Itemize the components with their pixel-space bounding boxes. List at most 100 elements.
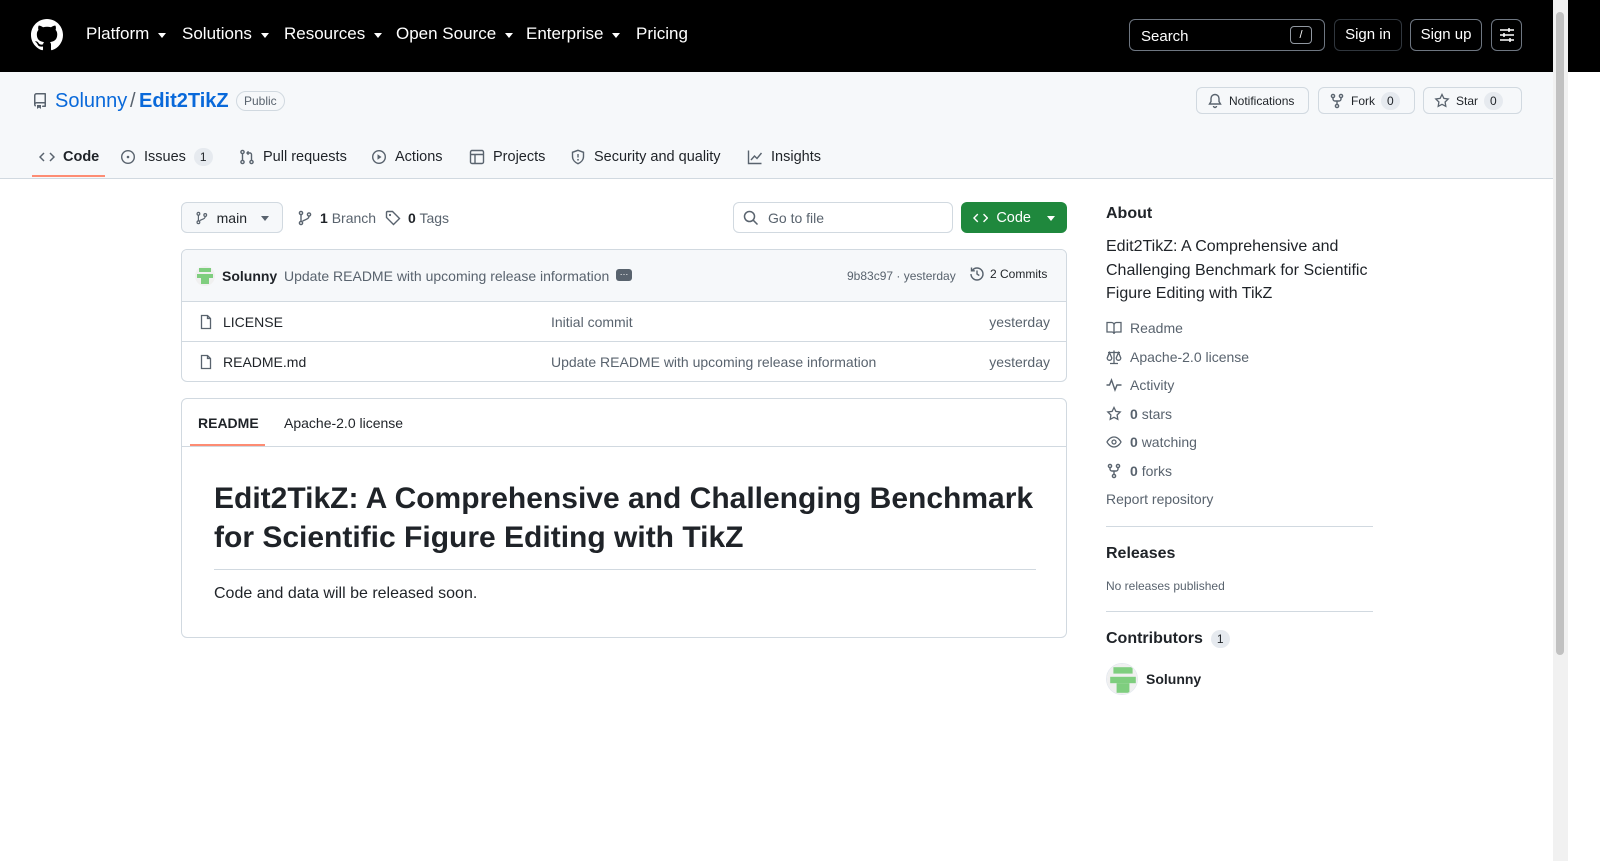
report-repository-link[interactable]: Report repository — [1106, 491, 1213, 507]
divider — [1106, 526, 1373, 527]
tab-license[interactable]: Apache-2.0 license — [284, 415, 403, 431]
star-label: Star — [1456, 93, 1479, 108]
sign-up-button[interactable]: Sign up — [1410, 19, 1482, 51]
commit-expand-button[interactable]: … — [616, 268, 632, 281]
branch-selector[interactable]: main — [181, 202, 283, 233]
nav-resources[interactable]: Resources — [284, 24, 383, 44]
repo-path-separator: / — [130, 90, 136, 112]
nav-platform-label: Platform — [86, 24, 150, 43]
stars-link[interactable]: 0 stars — [1106, 406, 1172, 422]
commits-count: 2 Commits — [990, 267, 1048, 281]
file-commit-date: yesterday — [989, 314, 1050, 330]
stars-count: 0 — [1130, 406, 1138, 422]
readme-link[interactable]: Readme — [1106, 320, 1183, 336]
notifications-button[interactable]: Notifications — [1196, 87, 1309, 114]
watching-count: 0 — [1130, 434, 1138, 450]
avatar[interactable] — [195, 266, 215, 286]
releases-heading[interactable]: Releases — [1106, 545, 1175, 563]
contributor-item[interactable]: Solunny — [1106, 663, 1201, 695]
nav-solutions-label: Solutions — [182, 24, 252, 43]
commits-link[interactable]: 2 Commits — [969, 266, 1047, 282]
nav-pricing[interactable]: Pricing — [636, 24, 688, 44]
file-name[interactable]: LICENSE — [223, 314, 283, 330]
menu-button[interactable] — [1491, 19, 1522, 51]
tab-pull-requests[interactable]: Pull requests — [239, 136, 347, 178]
tag-icon — [385, 210, 401, 226]
nav-open-source[interactable]: Open Source — [396, 24, 514, 44]
nav-solutions[interactable]: Solutions — [182, 24, 269, 44]
file-commit-message[interactable]: Initial commit — [551, 314, 633, 330]
repo-owner-link[interactable]: Solunny — [55, 90, 127, 113]
activity-link-label: Activity — [1130, 377, 1175, 393]
repo-name-link[interactable]: Edit2TikZ — [139, 90, 229, 113]
tag-label: Tags — [419, 210, 450, 226]
fork-icon — [1330, 93, 1344, 108]
eye-icon — [1106, 436, 1122, 448]
file-row: LICENSE Initial commit yesterday — [182, 302, 1066, 342]
commit-hash[interactable]: 9b83c97 · yesterday — [847, 269, 956, 283]
active-tab-underline — [190, 444, 265, 446]
about-heading: About — [1106, 205, 1153, 222]
nav-pricing-label: Pricing — [636, 24, 688, 43]
nav-platform[interactable]: Platform — [86, 24, 167, 44]
go-to-file-input[interactable]: Go to file — [733, 202, 953, 233]
pulse-icon — [1106, 378, 1122, 392]
search-input[interactable]: Search / — [1129, 19, 1325, 51]
github-logo-icon[interactable] — [31, 19, 63, 51]
visibility-badge: Public — [236, 91, 285, 111]
tab-issues[interactable]: Issues 1 — [120, 136, 213, 178]
code-dropdown-button[interactable]: Code — [961, 202, 1067, 233]
sliders-icon — [1500, 28, 1514, 42]
file-row: README.md Update README with upcoming re… — [182, 342, 1066, 381]
file-name[interactable]: README.md — [223, 354, 306, 370]
chevron-down-icon — [374, 32, 383, 38]
license-link[interactable]: Apache-2.0 license — [1106, 349, 1249, 365]
watching-label: watching — [1141, 434, 1197, 450]
tab-insights[interactable]: Insights — [747, 136, 821, 178]
sign-in-button[interactable]: Sign in — [1334, 19, 1402, 51]
chevron-down-icon — [505, 32, 514, 38]
issue-opened-icon — [120, 149, 136, 165]
file-list: Solunny Update README with upcoming rele… — [181, 249, 1067, 382]
watching-link[interactable]: 0 watching — [1106, 434, 1197, 450]
search-icon — [743, 210, 759, 225]
graph-icon — [747, 150, 763, 165]
shield-icon — [571, 149, 585, 165]
readme-panel: README Apache-2.0 license Edit2TikZ: A C… — [181, 398, 1067, 638]
file-commit-date: yesterday — [989, 354, 1050, 370]
star-button[interactable]: Star 0 — [1423, 87, 1522, 114]
contributor-name: Solunny — [1146, 671, 1202, 687]
tab-code[interactable]: Code — [39, 136, 99, 178]
tab-security[interactable]: Security and quality — [570, 136, 721, 178]
issues-count: 1 — [193, 148, 213, 166]
chevron-down-icon — [260, 32, 269, 38]
tags-link[interactable]: 0 Tags — [385, 210, 449, 226]
branches-link[interactable]: 1 Branch — [297, 210, 376, 226]
tab-projects[interactable]: Projects — [469, 136, 545, 178]
readme-link-label: Readme — [1130, 320, 1183, 336]
git-branch-icon — [196, 211, 208, 224]
fork-label: Fork — [1351, 93, 1375, 108]
scrollbar-thumb[interactable] — [1556, 12, 1564, 655]
activity-link[interactable]: Activity — [1106, 377, 1174, 393]
pull-request-icon — [240, 149, 254, 165]
commit-author[interactable]: Solunny — [222, 268, 277, 284]
law-icon — [1106, 350, 1122, 365]
forks-link[interactable]: 0 forks — [1106, 463, 1172, 479]
divider — [1106, 611, 1373, 612]
tab-actions[interactable]: Actions — [371, 136, 443, 178]
tab-readme[interactable]: README — [198, 415, 259, 431]
readme-tabs: README Apache-2.0 license — [182, 399, 1066, 447]
search-label: Search — [1141, 28, 1189, 45]
file-commit-message[interactable]: Update README with upcoming release info… — [551, 354, 876, 370]
bell-icon — [1208, 93, 1222, 108]
code-icon — [39, 152, 55, 162]
commit-message[interactable]: Update README with upcoming release info… — [284, 268, 609, 284]
nav-enterprise[interactable]: Enterprise — [526, 24, 621, 44]
fork-icon — [1107, 463, 1121, 479]
nav-open-source-label: Open Source — [396, 24, 497, 43]
identicon-icon — [195, 266, 215, 286]
contributors-heading[interactable]: Contributors 1 — [1106, 630, 1230, 648]
readme-body: Code and data will be released soon. — [214, 585, 478, 602]
fork-button[interactable]: Fork 0 — [1318, 87, 1415, 114]
